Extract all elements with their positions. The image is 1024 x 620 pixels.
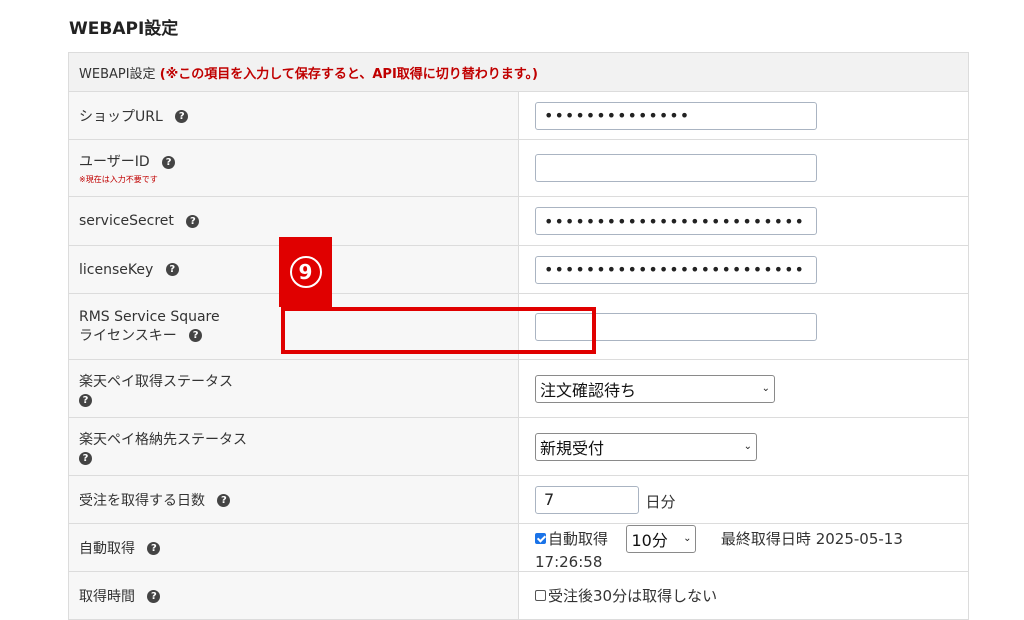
shop-url-label: ショップURL <box>79 108 163 125</box>
service-secret-input[interactable] <box>535 207 817 235</box>
row-pay-status: 楽天ペイ取得ステータス ? 注文確認待ち ⌄ <box>68 359 969 418</box>
row-auto-fetch: 自動取得 ? 自動取得 10分 ⌄ 最終取得日時 2025-05-13 17:2… <box>68 523 969 572</box>
rms-key-label-line2: ライセンスキー <box>79 327 177 344</box>
help-icon[interactable]: ? <box>79 451 92 465</box>
help-icon[interactable]: ? <box>147 542 161 555</box>
service-secret-label: serviceSecret <box>79 213 174 229</box>
help-icon[interactable]: ? <box>79 393 92 407</box>
pay-dest-status-selected: 新規受付 <box>540 438 605 458</box>
header-label: WEBAPI設定 <box>79 66 156 82</box>
fetch-time-checkbox[interactable] <box>535 590 546 601</box>
auto-fetch-interval-select[interactable]: 10分 ⌄ <box>626 524 697 553</box>
row-fetch-days: 受注を取得する日数 ? 日分 <box>68 475 969 524</box>
license-key-input[interactable] <box>535 255 817 284</box>
annotation-number: 9 <box>289 256 322 288</box>
help-icon[interactable]: ? <box>162 155 176 169</box>
auto-fetch-checkbox[interactable] <box>535 533 546 544</box>
annotation-badge: 9 <box>279 237 332 307</box>
fetch-days-unit: 日分 <box>645 492 676 511</box>
fetch-days-input[interactable] <box>535 485 639 514</box>
help-icon[interactable]: ? <box>217 494 231 507</box>
page-title: WEBAPI設定 <box>69 19 179 39</box>
fetch-time-label: 取得時間 <box>79 588 135 605</box>
pay-status-select[interactable]: 注文確認待ち ⌄ <box>535 374 775 403</box>
chevron-down-icon: ⌄ <box>761 383 770 394</box>
row-shop-url: ショップURL ? <box>68 91 969 140</box>
row-fetch-time: 取得時間 ? 受注後30分は取得しない <box>68 571 969 620</box>
row-user-id: ユーザーID ? ※現在は入力不要です <box>68 139 969 197</box>
table-header-cell: WEBAPI設定 (※この項目を入力して保存すると、API取得に切り替わります。… <box>68 52 969 92</box>
auto-fetch-interval-selected: 10分 <box>631 530 668 550</box>
row-service-secret: serviceSecret ? <box>68 196 969 246</box>
user-id-input[interactable] <box>535 154 817 182</box>
shop-url-input[interactable] <box>535 101 817 130</box>
table-header-row: WEBAPI設定 (※この項目を入力して保存すると、API取得に切り替わります。… <box>68 52 969 92</box>
row-pay-dest-status: 楽天ペイ格納先ステータス ? 新規受付 ⌄ <box>68 417 969 476</box>
pay-status-selected: 注文確認待ち <box>540 380 637 400</box>
row-license-key: licenseKey ? <box>68 245 969 294</box>
auto-fetch-checkbox-label: 自動取得 <box>548 530 609 548</box>
fetch-time-checkbox-label: 受注後30分は取得しない <box>548 587 718 605</box>
help-icon[interactable]: ? <box>165 263 179 276</box>
help-icon[interactable]: ? <box>189 329 203 342</box>
help-icon[interactable]: ? <box>147 590 161 603</box>
pay-dest-status-select[interactable]: 新規受付 ⌄ <box>535 432 757 461</box>
user-id-label: ユーザーID <box>79 154 150 170</box>
pay-status-label: 楽天ペイ取得ステータス <box>79 373 233 390</box>
user-id-note: ※現在は入力不要です <box>79 175 158 184</box>
auto-fetch-label: 自動取得 <box>79 540 135 557</box>
chevron-down-icon: ⌄ <box>683 533 692 544</box>
chevron-down-icon: ⌄ <box>743 441 752 452</box>
rms-key-label-line1: RMS Service Square <box>79 308 220 325</box>
annotation-highlight-box <box>281 307 596 354</box>
license-key-label: licenseKey <box>79 261 154 278</box>
help-icon[interactable]: ? <box>186 214 200 228</box>
header-note: (※この項目を入力して保存すると、API取得に切り替わります。) <box>159 66 538 82</box>
pay-dest-status-label: 楽天ペイ格納先ステータス <box>79 431 247 448</box>
help-icon[interactable]: ? <box>175 110 189 123</box>
fetch-days-label: 受注を取得する日数 <box>79 492 205 509</box>
